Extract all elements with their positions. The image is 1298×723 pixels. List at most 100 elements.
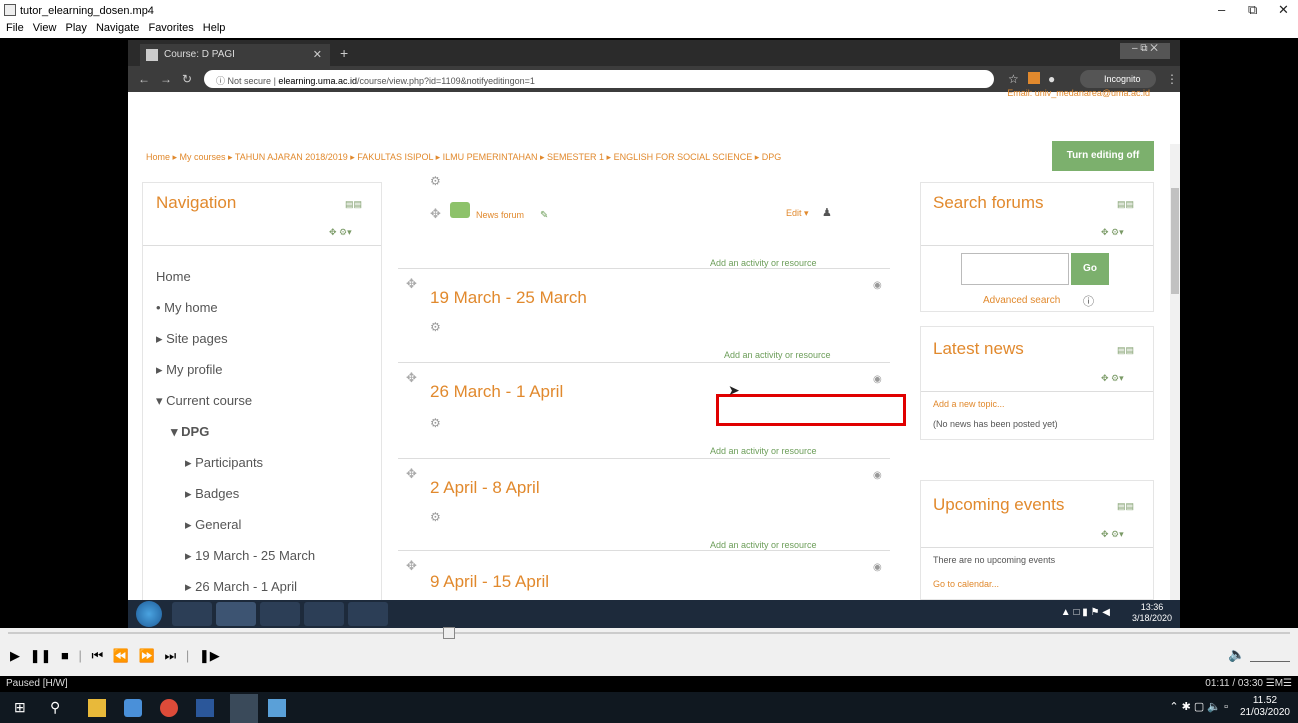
windows-start-icon[interactable]: ⊞ [14,699,32,717]
extension-icon[interactable] [1028,72,1040,84]
search-forums-input[interactable] [961,253,1069,285]
w7-tray-icons[interactable]: ▲ □ ▮ ⚑ ◀ [1061,607,1110,618]
search-icon[interactable]: ⚲ [50,699,68,717]
app-icon[interactable] [304,602,344,626]
forward-icon[interactable]: → [160,72,172,86]
menu-file[interactable]: File [6,22,24,34]
block-actions-icon[interactable]: ✥ ⚙▾ [1101,373,1124,384]
record-icon[interactable]: ● [1048,72,1055,86]
block-actions-icon[interactable]: ✥ ⚙▾ [329,227,352,238]
eye-icon[interactable]: ◉ [873,470,882,481]
chrome-icon[interactable] [160,699,178,717]
add-topic-link[interactable]: Add a new topic... [933,399,1005,409]
move-icon[interactable]: ✥ [406,466,417,482]
block-dock-icon[interactable]: ▤▤ [345,199,362,210]
user-icon[interactable]: ♟ [822,206,832,219]
settings-gear-icon[interactable]: ⚙ [430,416,441,430]
advanced-search-link[interactable]: Advanced search [983,295,1060,306]
edit-menu[interactable]: Edit ▾ [786,208,809,219]
eye-icon[interactable]: ◉ [873,562,882,573]
eye-icon[interactable]: ◉ [873,280,882,291]
block-dock-icon[interactable]: ▤▤ [1117,501,1134,512]
section-title[interactable]: 9 April - 15 April [430,572,549,592]
w7-start-icon[interactable] [136,601,162,627]
rewind-icon[interactable]: ⏪ [113,648,129,663]
menu-dots-icon[interactable]: ⋮ [1166,72,1178,86]
forward-icon[interactable]: ⏩ [139,648,155,663]
nav-item-badges[interactable]: ▸ Badges [185,486,239,502]
turn-editing-off-button[interactable]: Turn editing off [1052,141,1154,171]
url-input[interactable]: ⓘ Not secure | elearning.uma.ac.id/cours… [204,70,994,88]
incognito-badge[interactable]: Incognito [1080,70,1156,88]
block-dock-icon[interactable]: ▤▤ [1117,199,1134,210]
scrollbar-thumb[interactable] [1171,188,1179,294]
section-title[interactable]: 19 March - 25 March [430,288,587,308]
chrome-icon[interactable] [216,602,256,626]
app-icon[interactable] [268,699,286,717]
edit-pencil-icon[interactable]: ✎ [540,210,548,221]
nav-item-home[interactable]: Home [156,269,191,284]
star-icon[interactable]: ☆ [1008,72,1019,86]
add-activity-link[interactable]: Add an activity or resource [710,446,817,456]
menu-help[interactable]: Help [203,22,226,34]
app-icon[interactable] [260,602,300,626]
nav-item-participants[interactable]: ▸ Participants [185,455,263,471]
go-to-calendar-link[interactable]: Go to calendar... [933,579,999,589]
explorer-icon[interactable] [172,602,212,626]
nav-item-general[interactable]: ▸ General [185,517,241,533]
nav-item-site-pages[interactable]: ▸ Site pages [156,331,228,347]
add-activity-link[interactable]: Add an activity or resource [710,540,817,550]
browser-tab[interactable]: Course: D PAGI ✕ [140,44,330,66]
block-actions-icon[interactable]: ✥ ⚙▾ [1101,529,1124,540]
tab-close-icon[interactable]: ✕ [313,48,322,61]
nav-item-section-1[interactable]: ▸ 19 March - 25 March [185,548,315,564]
close-icon[interactable]: ✕ [1278,2,1289,18]
news-forum-link[interactable]: News forum [476,210,524,220]
restore-icon[interactable]: ⧉ [1248,2,1257,18]
w10-tray-icons[interactable]: ⌃ ✱ ▢ 🔈 ▫ [1169,700,1228,713]
section-title[interactable]: 26 March - 1 April [430,382,563,402]
word-icon[interactable] [196,699,214,717]
stop-icon[interactable]: ■ [61,648,69,663]
help-icon[interactable]: ⓘ [1083,293,1094,309]
move-icon[interactable]: ✥ [430,206,441,222]
back-icon[interactable]: ← [138,72,150,86]
add-activity-link[interactable]: Add an activity or resource [710,258,817,268]
reload-icon[interactable]: ↻ [182,72,192,86]
move-icon[interactable]: ✥ [406,370,417,386]
browser-window-controls[interactable]: – ⧉ ✕ [1120,43,1170,59]
minimize-icon[interactable]: – [1218,2,1225,17]
w7-clock[interactable]: 13:36 3/18/2020 [1132,602,1172,624]
eye-icon[interactable]: ◉ [873,374,882,385]
move-icon[interactable]: ✥ [406,276,417,292]
volume-slider[interactable] [1250,648,1290,662]
obs-icon[interactable] [348,602,388,626]
file-explorer-icon[interactable] [88,699,106,717]
settings-gear-icon[interactable]: ⚙ [430,510,441,524]
nav-item-section-2[interactable]: ▸ 26 March - 1 April [185,579,297,595]
settings-gear-icon[interactable]: ⚙ [430,174,441,188]
menu-view[interactable]: View [33,22,57,34]
menu-play[interactable]: Play [66,22,87,34]
next-icon[interactable]: ⏭ [165,648,177,663]
breadcrumb[interactable]: Home ▸ My courses ▸ TAHUN AJARAN 2018/20… [146,152,781,163]
new-tab-icon[interactable]: + [340,45,348,61]
menu-favorites[interactable]: Favorites [148,22,193,34]
nav-item-my-home[interactable]: • My home [156,300,218,315]
search-go-button[interactable]: Go [1071,253,1109,285]
nav-item-current-course[interactable]: ▾ Current course [156,393,252,409]
add-activity-link[interactable]: Add an activity or resource [724,350,831,360]
block-actions-icon[interactable]: ✥ ⚙▾ [1101,227,1124,238]
section-title[interactable]: 2 April - 8 April [430,478,540,498]
block-dock-icon[interactable]: ▤▤ [1117,345,1134,356]
volume-icon[interactable]: 🔈 [1228,646,1245,663]
contact-email[interactable]: Email: univ_medanarea@uma.ac.id [1007,88,1150,98]
app-icon[interactable] [124,699,142,717]
nav-item-dpg[interactable]: ▾ DPG [171,424,209,440]
seek-bar[interactable] [8,632,1290,634]
play-icon[interactable]: ▶ [10,648,20,663]
menu-navigate[interactable]: Navigate [96,22,139,34]
prev-icon[interactable]: ⏮ [92,648,104,663]
seek-knob[interactable] [443,627,455,639]
nav-item-my-profile[interactable]: ▸ My profile [156,362,223,378]
